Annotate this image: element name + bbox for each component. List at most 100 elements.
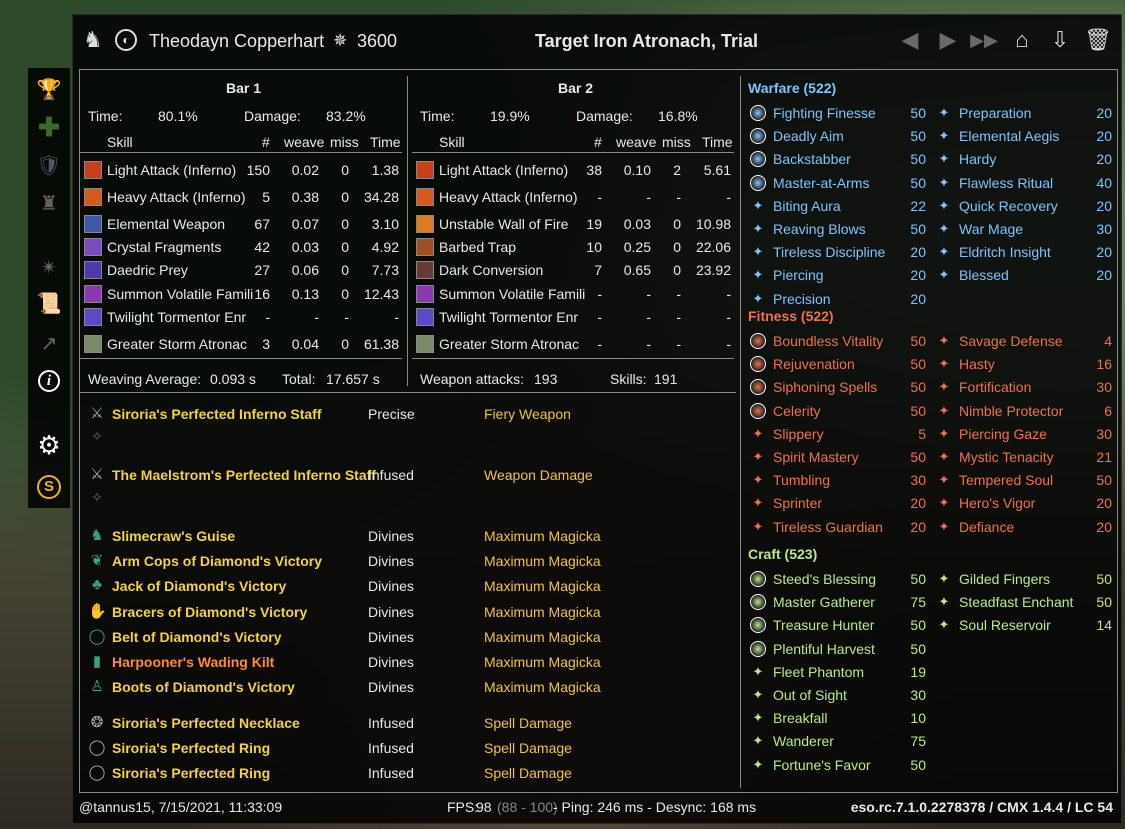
fitness-star-name[interactable]: Rejuvenation — [773, 356, 855, 372]
load-fight-icon[interactable]: ⇩ — [1047, 27, 1073, 53]
warfare-star-points: 22 — [910, 197, 926, 214]
fitness-star-name[interactable]: Savage Defense — [959, 333, 1063, 349]
save-fight-icon[interactable]: ⌂ — [1009, 27, 1035, 53]
warfare-star-name[interactable]: War Mage — [959, 221, 1023, 237]
previous-fight-icon[interactable]: ◀ — [897, 27, 923, 53]
gear-name[interactable]: Siroria's Perfected Inferno Staff — [112, 406, 322, 422]
warfare-star-name[interactable]: Blessed — [959, 267, 1009, 283]
fitness-star-name[interactable]: Siphoning Spells — [773, 379, 877, 395]
heal-icon[interactable]: ✚ — [36, 112, 62, 142]
warfare-star-name[interactable]: Precision — [773, 291, 831, 307]
warfare-star-name[interactable]: Master-at-Arms — [773, 175, 869, 191]
warfare-star-name[interactable]: Flawless Ritual — [959, 175, 1053, 191]
craft-star-name[interactable]: Steed's Blessing — [773, 571, 876, 587]
coin-icon[interactable]: S — [36, 474, 62, 500]
warfare-star-name[interactable]: Eldritch Insight — [959, 244, 1051, 260]
fitness-star-name[interactable]: Nimble Protector — [959, 403, 1063, 419]
warfare-star-icon: ✦ — [938, 197, 950, 213]
warfare-star-name[interactable]: Quick Recovery — [959, 198, 1058, 214]
warfare-star-icon: ✦ — [938, 151, 950, 167]
fitness-star-icon: ✦ — [938, 379, 950, 395]
warfare-star-points: 20 — [910, 244, 926, 261]
warfare-star-name[interactable]: Fighting Finesse — [773, 105, 876, 121]
last-fight-icon[interactable]: ▶▶ — [970, 27, 998, 53]
bar2-col-count: # — [594, 134, 602, 150]
spark-icon[interactable]: ✴ — [36, 254, 62, 280]
craft-star-name[interactable]: Master Gatherer — [773, 594, 875, 610]
warfare-star-name[interactable]: Tireless Discipline — [773, 244, 885, 260]
scroll-icon[interactable]: 📜 — [36, 290, 62, 316]
gear-name[interactable]: The Maelstrom's Perfected Inferno Staff — [112, 467, 376, 483]
craft-star-name[interactable]: Gilded Fingers — [959, 571, 1050, 587]
fitness-star-name[interactable]: Fortification — [959, 379, 1031, 395]
gear-name[interactable]: Siroria's Perfected Ring — [112, 740, 270, 756]
warfare-star-icon: ✦ — [938, 174, 950, 190]
craft-star-name[interactable]: Wanderer — [773, 733, 834, 749]
craft-star-name[interactable]: Treasure Hunter — [773, 617, 874, 633]
fitness-star-name[interactable]: Spirit Mastery — [773, 449, 859, 465]
gear-name[interactable]: Bracers of Diamond's Victory — [112, 604, 307, 620]
craft-star-name[interactable]: Plentiful Harvest — [773, 641, 875, 657]
warfare-star-name[interactable]: Hardy — [959, 151, 996, 167]
craft-star-name[interactable]: Soul Reservoir — [959, 617, 1051, 633]
warfare-star-name[interactable]: Backstabber — [773, 151, 851, 167]
gear-enchant: Maximum Magicka — [484, 629, 601, 645]
warfare-star-name[interactable]: Preparation — [959, 105, 1031, 121]
fitness-star-name[interactable]: Tireless Guardian — [773, 519, 883, 535]
gear-name[interactable]: Harpooner's Wading Kilt — [112, 654, 274, 670]
fitness-star-name[interactable]: Tempered Soul — [959, 472, 1053, 488]
warfare-star-name[interactable]: Piercing — [773, 267, 824, 283]
trophy-icon[interactable]: 🏆 — [36, 76, 62, 102]
gear-name[interactable]: Siroria's Perfected Ring — [112, 765, 270, 781]
fitness-star-name[interactable]: Tumbling — [773, 472, 830, 488]
target-title: Target Iron Atronach, Trial — [535, 31, 759, 51]
weave-avg: 0.093 s — [210, 371, 256, 387]
info-icon[interactable]: i — [36, 368, 62, 394]
champion-icon: ✵ — [333, 31, 348, 50]
warfare-star-name[interactable]: Deadly Aim — [773, 128, 844, 144]
shield-icon[interactable]: 🛡 — [36, 152, 62, 178]
fitness-star-name[interactable]: Mystic Tenacity — [959, 449, 1054, 465]
bar1-damage: 83.2% — [326, 108, 366, 124]
bar1-time-label: Time: — [88, 108, 123, 124]
gear-trait: Infused — [368, 467, 414, 483]
gear-trait: Divines — [368, 654, 414, 670]
warfare-star-name[interactable]: Biting Aura — [773, 198, 841, 214]
warfare-star-icon: ✦ — [938, 244, 950, 260]
warfare-star-icon: ✦ — [938, 221, 950, 236]
fitness-star-name[interactable]: Celerity — [773, 403, 820, 419]
craft-star-name[interactable]: Out of Sight — [773, 687, 847, 703]
graph-icon[interactable]: ↗ — [36, 330, 62, 356]
fitness-star-name[interactable]: Piercing Gaze — [959, 426, 1047, 442]
craft-star-name[interactable]: Steadfast Enchant — [959, 594, 1073, 610]
fitness-star-name[interactable]: Boundless Vitality — [773, 333, 883, 349]
fitness-star-name[interactable]: Defiance — [959, 519, 1014, 535]
bar2-time: 19.9% — [490, 108, 530, 124]
fitness-star-icon: ✦ — [938, 402, 950, 418]
craft-star-name[interactable]: Breakfall — [773, 710, 827, 726]
gear-name[interactable]: Slimecraw's Guise — [112, 528, 235, 544]
delete-fight-icon[interactable]: 🗑 — [1084, 27, 1112, 53]
title-bar[interactable]: ♞ ◐ Theodayn Copperhart ✵ 3600 Target Ir… — [73, 15, 1121, 69]
warfare-star-name[interactable]: Elemental Aegis — [959, 128, 1059, 144]
craft-star-name[interactable]: Fleet Phantom — [773, 664, 864, 680]
gear-name[interactable]: Belt of Diamond's Victory — [112, 629, 282, 645]
warfare-star-icon: ✦ — [752, 197, 764, 213]
gear-name[interactable]: Siroria's Perfected Necklace — [112, 715, 300, 731]
craft-star-name[interactable]: Fortune's Favor — [773, 757, 871, 773]
warfare-star-name[interactable]: Reaving Blows — [773, 221, 866, 237]
fitness-star-name[interactable]: Slippery — [773, 426, 824, 442]
fitness-star-name[interactable]: Hero's Vigor — [959, 495, 1035, 511]
fitness-star-icon: ✦ — [752, 495, 764, 511]
next-fight-icon[interactable]: ▶ — [935, 27, 961, 53]
gear-icon[interactable]: ⚙ — [36, 430, 62, 460]
gear-name[interactable]: Jack of Diamond's Victory — [112, 578, 286, 594]
craft-star-icon: ✦ — [938, 571, 950, 586]
fitness-star-name[interactable]: Sprinter — [773, 495, 822, 511]
gear-name[interactable]: Boots of Diamond's Victory — [112, 679, 295, 695]
puzzle-icon[interactable]: ♜ — [36, 190, 62, 216]
gear-name[interactable]: Arm Cops of Diamond's Victory — [112, 553, 322, 569]
fitness-star-name[interactable]: Hasty — [959, 356, 995, 372]
warfare-star-points: 40 — [1096, 174, 1112, 191]
bar2-skill-stat: 22.06 — [695, 239, 731, 255]
